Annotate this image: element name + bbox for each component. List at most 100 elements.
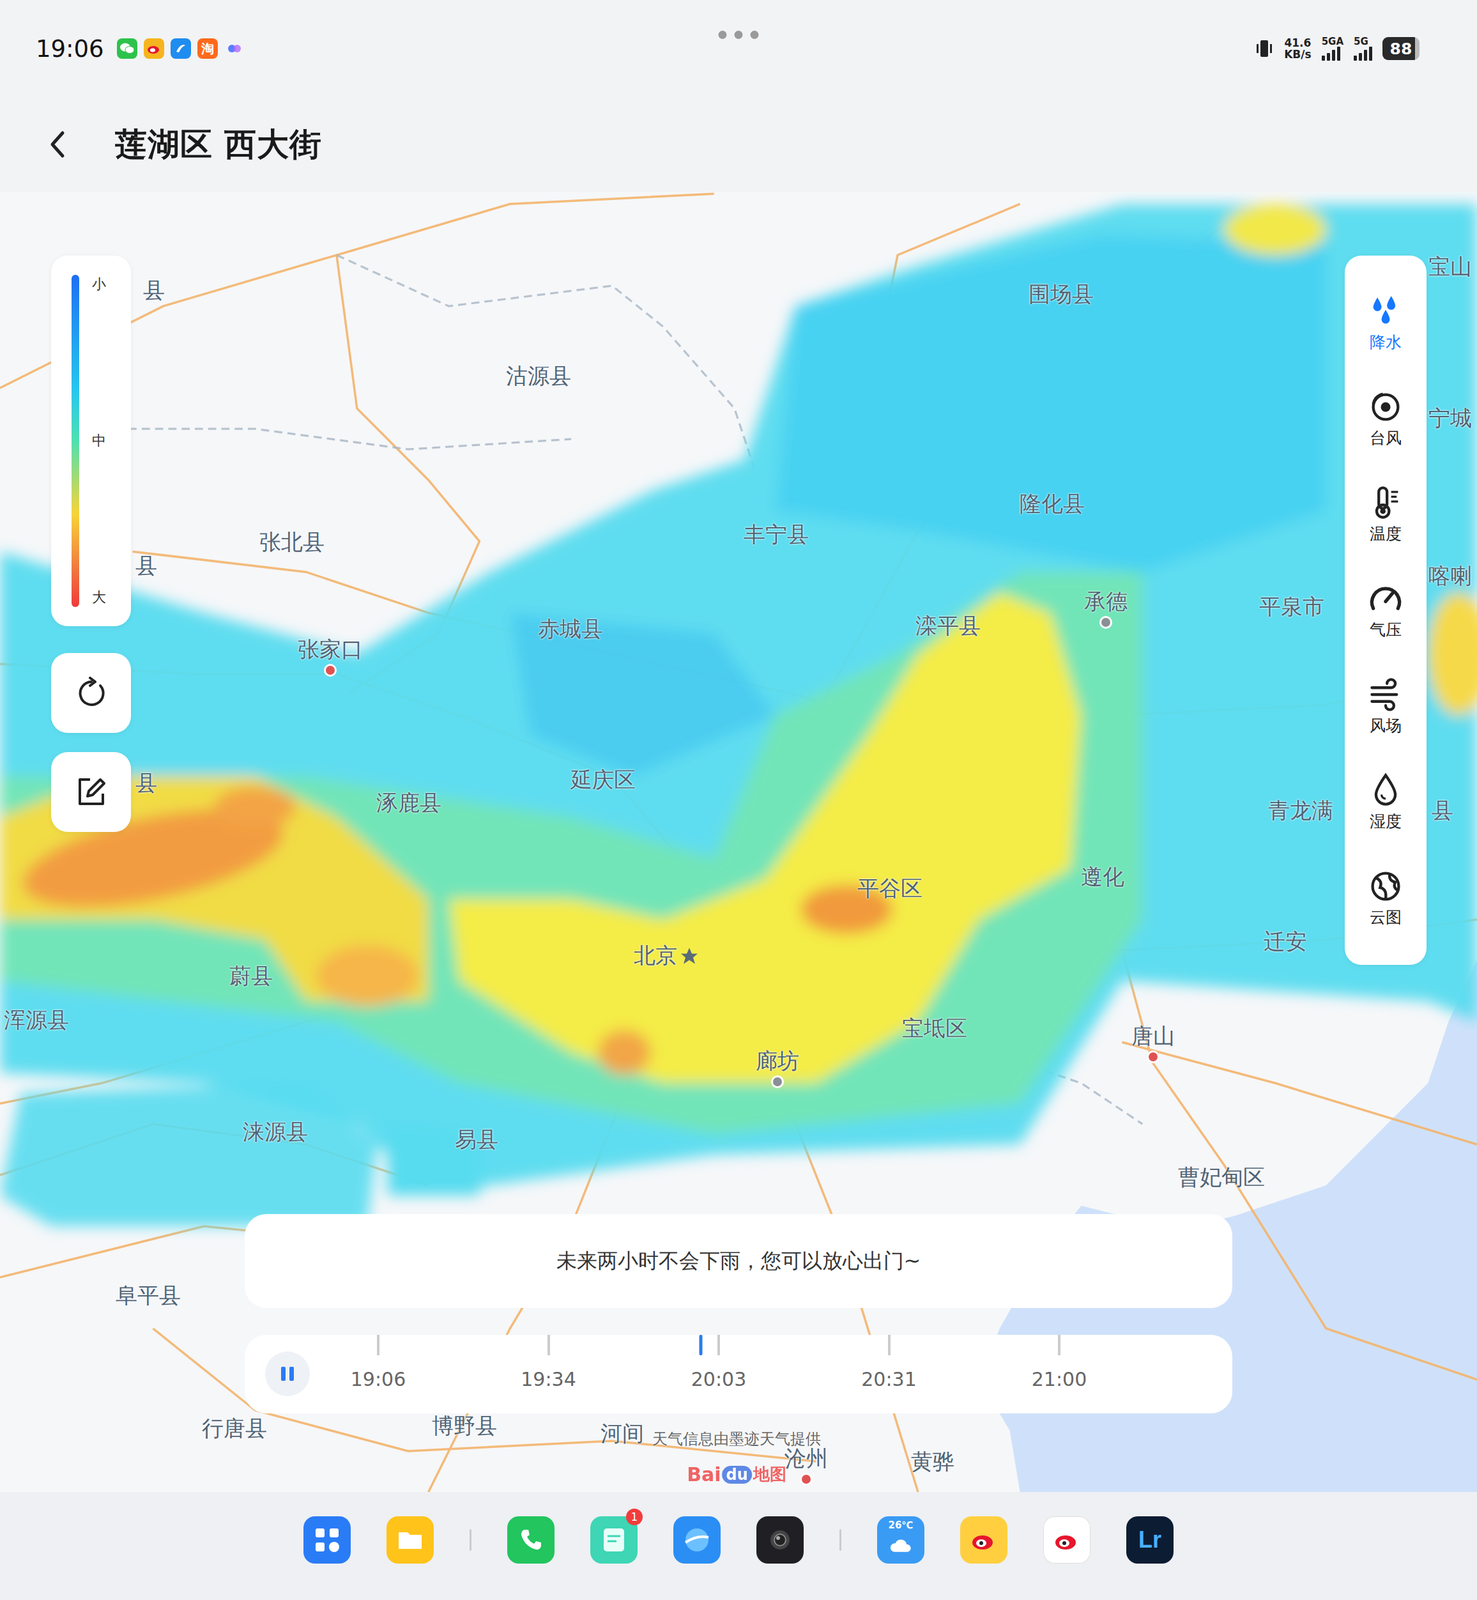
- radar-map[interactable]: 县沽源县张北县县张家口赤城县丰宁县围场县隆化县承德滦平县平泉市宝山宁城喀喇青龙满…: [0, 191, 1477, 1492]
- browser-app[interactable]: [673, 1515, 721, 1564]
- timeline-tick: [547, 1334, 551, 1355]
- place-label: 浑源县: [3, 1007, 69, 1033]
- place-label: 承德: [1084, 589, 1128, 614]
- weibo-lite-app[interactable]: [1043, 1515, 1091, 1564]
- place-label: 阜平县: [115, 1282, 181, 1308]
- notes-app[interactable]: 1: [590, 1515, 638, 1564]
- edit-button[interactable]: [51, 751, 131, 832]
- place-label: 县: [135, 553, 158, 579]
- browser-icon: [170, 38, 192, 59]
- place-name: 平谷区: [857, 875, 923, 901]
- layer-item[interactable]: 气压: [1344, 562, 1427, 659]
- phone-app[interactable]: [507, 1515, 555, 1564]
- vibrate-icon: [1254, 38, 1274, 59]
- refresh-icon: [74, 676, 108, 710]
- place-label: 遵化: [1080, 864, 1125, 890]
- wind-icon: [1367, 676, 1404, 713]
- lightroom-app[interactable]: Lr: [1126, 1515, 1174, 1564]
- timeline: 19:0619:3420:0320:3121:00: [244, 1334, 1233, 1414]
- timeline-tick: [1057, 1334, 1061, 1355]
- status-bar: 19:06淘 41.6KB/s5GA5G88: [0, 0, 1477, 98]
- timeline-track[interactable]: 19:0619:3420:0320:3121:00: [378, 1334, 1060, 1414]
- weibo-icon: [143, 38, 165, 59]
- wechat-icon: [116, 38, 138, 59]
- play-pause-button[interactable]: [265, 1351, 310, 1396]
- layer-item[interactable]: 风场: [1344, 658, 1427, 754]
- paw-logo: du: [722, 1465, 752, 1484]
- place-name: 张北县: [259, 530, 325, 556]
- tick-label: 19:06: [350, 1367, 406, 1391]
- speed-value: 41.6: [1284, 37, 1311, 49]
- place-name: 黄骅: [910, 1449, 955, 1475]
- layer-item[interactable]: 台风: [1344, 370, 1427, 467]
- status-left: 19:06淘: [35, 35, 245, 63]
- data-attribution: 天气信息由墨迹天气提供: [652, 1428, 821, 1449]
- legend-labels: 小中大: [91, 274, 107, 607]
- place-label: 涞源县: [242, 1119, 308, 1145]
- weather-icon: [886, 1530, 915, 1559]
- dock: 1 26℃ Lr: [0, 1491, 1477, 1600]
- layer-label: 风场: [1369, 714, 1402, 736]
- place-name: 沽源县: [505, 364, 572, 390]
- capital-star-icon: [679, 946, 699, 966]
- status-right: 41.6KB/s5GA5G88: [1254, 36, 1420, 61]
- place-label: 迁安: [1263, 928, 1308, 954]
- place-label: 沽源县: [505, 364, 572, 390]
- logo-text: du: [726, 1465, 749, 1484]
- layer-label: 台风: [1369, 427, 1402, 449]
- place-label: 黄骅: [910, 1449, 955, 1475]
- tick-label: 21:00: [1031, 1367, 1087, 1391]
- layer-item[interactable]: 降水: [1344, 274, 1427, 371]
- refresh-button[interactable]: [51, 652, 131, 733]
- city-dot-icon: [1146, 1050, 1160, 1064]
- place-name: 行唐县: [201, 1415, 268, 1441]
- cloud-icon: [1367, 868, 1404, 904]
- browser-icon: [680, 1522, 714, 1557]
- place-name: 平泉市: [1259, 594, 1325, 620]
- notes-icon: [597, 1522, 631, 1557]
- weather-app[interactable]: 26℃: [877, 1515, 925, 1564]
- launcher-icon: [310, 1522, 344, 1557]
- signal-bars-icon: [1353, 46, 1373, 61]
- layer-label: 气压: [1369, 619, 1402, 641]
- place-label: 丰宁县: [743, 521, 809, 547]
- place-name: 廊坊: [755, 1048, 800, 1074]
- place-name: 北京: [633, 943, 678, 969]
- dock-separator: [839, 1528, 842, 1551]
- place-name: 县: [135, 553, 158, 579]
- pressure-icon: [1367, 580, 1404, 617]
- place-name: 丰宁县: [743, 521, 809, 547]
- place-label: 行唐县: [201, 1415, 268, 1441]
- place-label: 县: [135, 771, 158, 796]
- back-icon[interactable]: [45, 129, 69, 160]
- taobao-icon: 淘: [197, 38, 218, 59]
- place-label: 唐山: [1131, 1024, 1175, 1049]
- place-label: 延庆区: [570, 767, 636, 793]
- edit-icon: [74, 775, 108, 809]
- launcher-app[interactable]: [303, 1515, 351, 1564]
- weibo-app[interactable]: [960, 1515, 1008, 1564]
- place-name: 蔚县: [229, 964, 273, 989]
- place-label: 河间: [600, 1420, 644, 1446]
- multitask-handle[interactable]: [718, 30, 759, 39]
- layer-item[interactable]: 云图: [1344, 849, 1427, 946]
- place-label: 平谷区: [857, 875, 923, 901]
- temperature-icon: [1367, 484, 1404, 521]
- layer-item[interactable]: 温度: [1344, 466, 1427, 563]
- place-label: 廊坊: [755, 1048, 800, 1074]
- place-name: 沧州: [784, 1446, 828, 1472]
- camera-app[interactable]: [756, 1515, 804, 1564]
- tick-label: 20:03: [691, 1367, 747, 1391]
- place-label: 青龙满: [1268, 798, 1334, 824]
- network-type: 5GA: [1321, 36, 1344, 47]
- tick-label: 20:31: [861, 1367, 917, 1391]
- place-name: 涿鹿县: [376, 790, 442, 816]
- layer-item[interactable]: 湿度: [1344, 753, 1427, 850]
- precip-legend: 小中大: [51, 255, 131, 627]
- timeline-progress[interactable]: [699, 1334, 703, 1355]
- place-label: 喀喇: [1428, 564, 1472, 590]
- place-label: 围场县: [1028, 282, 1094, 308]
- files-app[interactable]: [386, 1515, 434, 1564]
- legend-label: 中: [91, 431, 107, 451]
- app-label: 26℃: [887, 1520, 913, 1531]
